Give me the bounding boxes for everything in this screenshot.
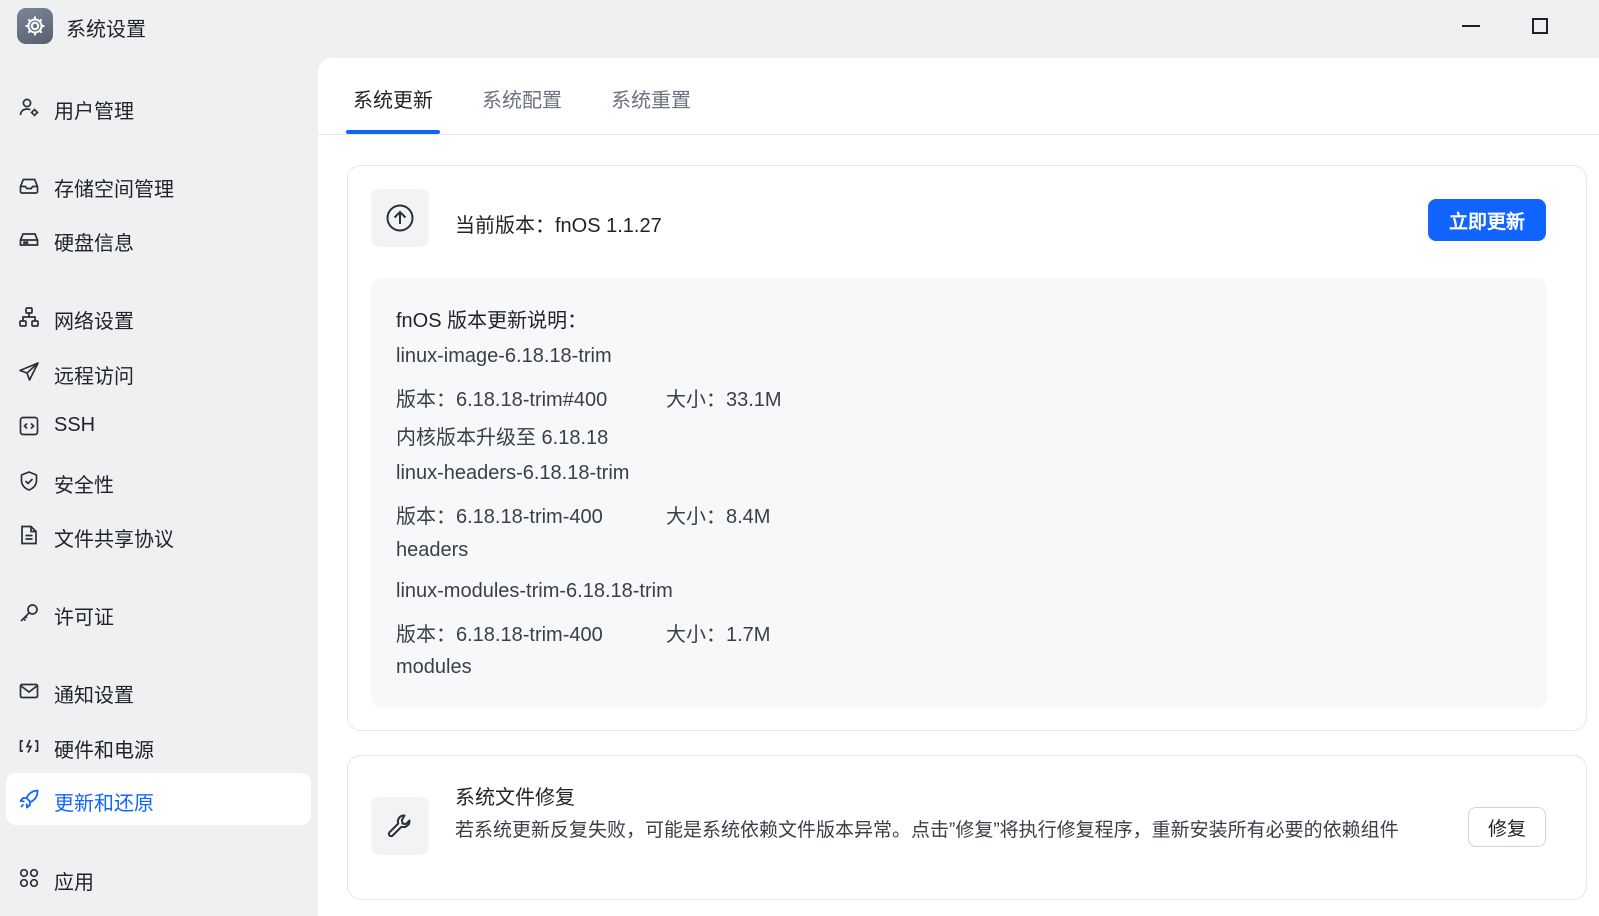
- minimize-button[interactable]: [1451, 8, 1491, 44]
- package-size: 大小：33.1M: [666, 389, 782, 411]
- inbox-tray-icon: [18, 174, 40, 196]
- sidebar-item-label: 通知设置: [54, 685, 134, 707]
- window-title: 系统设置: [66, 19, 146, 41]
- sidebar-item-storage[interactable]: 存储空间管理: [6, 159, 311, 211]
- network-icon: [18, 306, 40, 328]
- code-box-icon: [18, 415, 40, 437]
- package-version-row: 版本：6.18.18-trim-400 大小：8.4M: [396, 500, 770, 529]
- sidebar-item-label: 应用: [54, 872, 94, 894]
- sidebar-item-label: 网络设置: [54, 311, 134, 333]
- sidebar-item-file-sharing[interactable]: 文件共享协议: [6, 509, 311, 561]
- sidebar-item-network[interactable]: 网络设置: [6, 291, 311, 343]
- package-desc: headers: [396, 539, 469, 561]
- hard-drive-icon: [18, 228, 40, 250]
- sidebar-item-security[interactable]: 安全性: [6, 455, 311, 507]
- package-desc: modules: [396, 656, 472, 678]
- release-notes-title: fnOS 版本更新说明：: [396, 310, 588, 332]
- repair-title: 系统文件修复: [455, 787, 575, 809]
- package-name: linux-image-6.18.18-trim: [396, 345, 612, 367]
- sidebar-item-label: 安全性: [54, 475, 114, 497]
- sidebar-item-update-restore[interactable]: 更新和还原: [6, 773, 311, 825]
- sidebar-item-label: 文件共享协议: [54, 529, 174, 551]
- sidebar-item-notifications[interactable]: 通知设置: [6, 665, 311, 717]
- upload-circle-icon: [371, 189, 429, 247]
- power-plug-icon: [18, 735, 40, 757]
- package-version-row: 版本：6.18.18-trim#400 大小：33.1M: [396, 383, 782, 412]
- apps-grid-icon: [18, 867, 40, 889]
- user-gear-icon: [18, 96, 40, 118]
- package-desc: 内核版本升级至 6.18.18: [396, 427, 609, 449]
- sidebar-item-label: 更新和还原: [54, 793, 154, 815]
- repair-card: 系统文件修复 若系统更新反复失败，可能是系统依赖文件版本异常。点击”修复”将执行…: [347, 755, 1587, 900]
- tab-system-config[interactable]: 系统配置: [482, 84, 562, 113]
- tab-system-update[interactable]: 系统更新: [353, 84, 433, 113]
- package-version: 版本：6.18.18-trim#400: [396, 389, 608, 411]
- sidebar-item-label: 存储空间管理: [54, 179, 174, 201]
- update-now-button[interactable]: 立即更新: [1428, 199, 1546, 241]
- paper-plane-icon: [18, 361, 40, 383]
- tab-system-reset[interactable]: 系统重置: [611, 84, 691, 113]
- sidebar-item-label: SSH: [54, 414, 96, 436]
- rocket-icon: [18, 788, 40, 810]
- package-name: linux-headers-6.18.18-trim: [396, 462, 630, 484]
- sidebar-item-label: 硬件和电源: [54, 740, 154, 762]
- tab-bar: 系统更新 系统配置 系统重置: [318, 58, 1599, 135]
- package-version: 版本：6.18.18-trim-400: [396, 624, 603, 646]
- title-bar: 系统设置: [0, 0, 1599, 56]
- sidebar: 用户管理 存储空间管理 硬盘信息 网络设置 远程访问 SSH 安全性 文件共享协…: [0, 56, 318, 916]
- package-size: 大小：8.4M: [666, 506, 771, 528]
- sidebar-item-label: 用户管理: [54, 101, 134, 123]
- active-tab-indicator: [346, 130, 440, 134]
- sidebar-item-disk-info[interactable]: 硬盘信息: [6, 213, 311, 265]
- package-name: linux-modules-trim-6.18.18-trim: [396, 580, 673, 602]
- key-icon: [18, 602, 40, 624]
- shield-check-icon: [18, 470, 40, 492]
- update-card: 当前版本：fnOS 1.1.27 立即更新 fnOS 版本更新说明： linux…: [347, 165, 1587, 731]
- sidebar-item-hardware-power[interactable]: 硬件和电源: [6, 720, 311, 772]
- repair-description: 若系统更新反复失败，可能是系统依赖文件版本异常。点击”修复”将执行修复程序，重新…: [455, 820, 1399, 841]
- package-version: 版本：6.18.18-trim-400: [396, 506, 603, 528]
- sidebar-item-label: 远程访问: [54, 366, 134, 388]
- wrench-icon: [371, 797, 429, 855]
- gear-icon: [17, 8, 53, 44]
- sidebar-item-remote-access[interactable]: 远程访问: [6, 346, 311, 398]
- maximize-icon: [1532, 18, 1548, 34]
- repair-button[interactable]: 修复: [1468, 807, 1546, 847]
- sidebar-item-label: 硬盘信息: [54, 233, 134, 255]
- current-version: 当前版本：fnOS 1.1.27: [455, 215, 662, 237]
- main-panel: 系统更新 系统配置 系统重置 当前版本：fnOS 1.1.27 立即更新 fnO…: [318, 58, 1599, 916]
- sidebar-item-label: 许可证: [54, 607, 114, 629]
- sidebar-item-apps[interactable]: 应用: [6, 852, 311, 904]
- mail-icon: [18, 680, 40, 702]
- sidebar-item-users[interactable]: 用户管理: [6, 81, 311, 133]
- release-notes: fnOS 版本更新说明： linux-image-6.18.18-trim 版本…: [371, 278, 1547, 708]
- minimize-icon: [1462, 25, 1480, 27]
- sidebar-item-ssh[interactable]: SSH: [6, 400, 311, 452]
- document-icon: [18, 524, 40, 546]
- sidebar-item-license[interactable]: 许可证: [6, 587, 311, 639]
- maximize-button[interactable]: [1520, 8, 1560, 44]
- package-size: 大小：1.7M: [666, 624, 771, 646]
- package-version-row: 版本：6.18.18-trim-400 大小：1.7M: [396, 618, 770, 647]
